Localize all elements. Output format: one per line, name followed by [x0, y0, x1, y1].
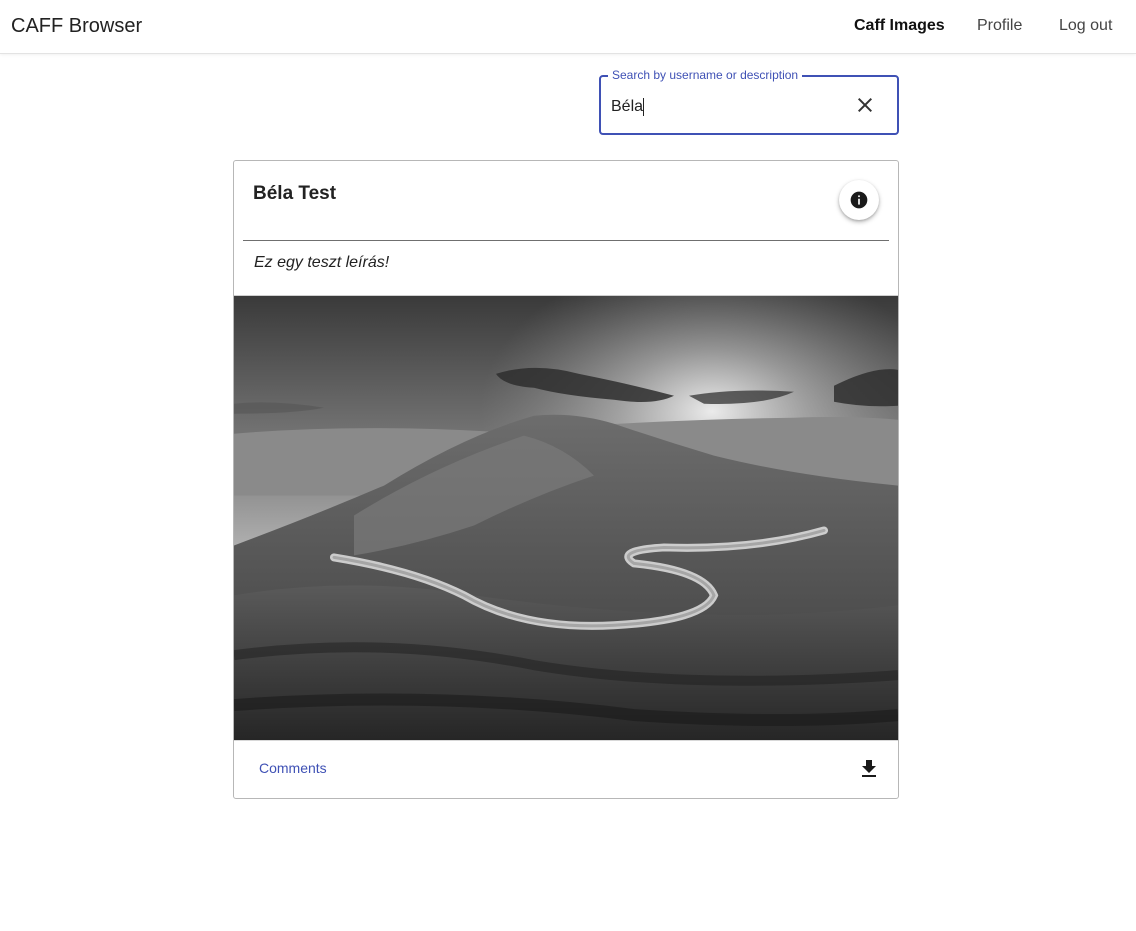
top-app-bar: CAFF Browser Caff Images Profile Log out	[0, 0, 1136, 54]
card-title: Béla Test	[253, 183, 337, 204]
card-description: Ez egy teszt leírás!	[254, 254, 390, 271]
nav-profile[interactable]: Profile	[977, 15, 1022, 37]
card-footer-divider	[234, 740, 898, 741]
text-caret	[643, 98, 644, 116]
search-input[interactable]	[611, 96, 841, 118]
download-icon[interactable]	[857, 757, 881, 781]
info-icon	[850, 191, 868, 209]
app-brand: CAFF Browser	[11, 15, 143, 37]
caff-preview-image	[234, 295, 898, 740]
close-icon[interactable]	[853, 93, 877, 117]
search-label: Search by username or description	[608, 68, 803, 82]
info-button[interactable]	[839, 180, 879, 220]
caff-image-card: Béla Test Ez egy teszt leírás! Comments	[233, 160, 899, 799]
search-field[interactable]: Search by username or description	[599, 68, 899, 135]
nav-log-out[interactable]: Log out	[1059, 15, 1112, 37]
card-divider	[243, 240, 889, 241]
comments-button[interactable]: Comments	[259, 759, 327, 777]
nav-caff-images[interactable]: Caff Images	[854, 15, 945, 37]
